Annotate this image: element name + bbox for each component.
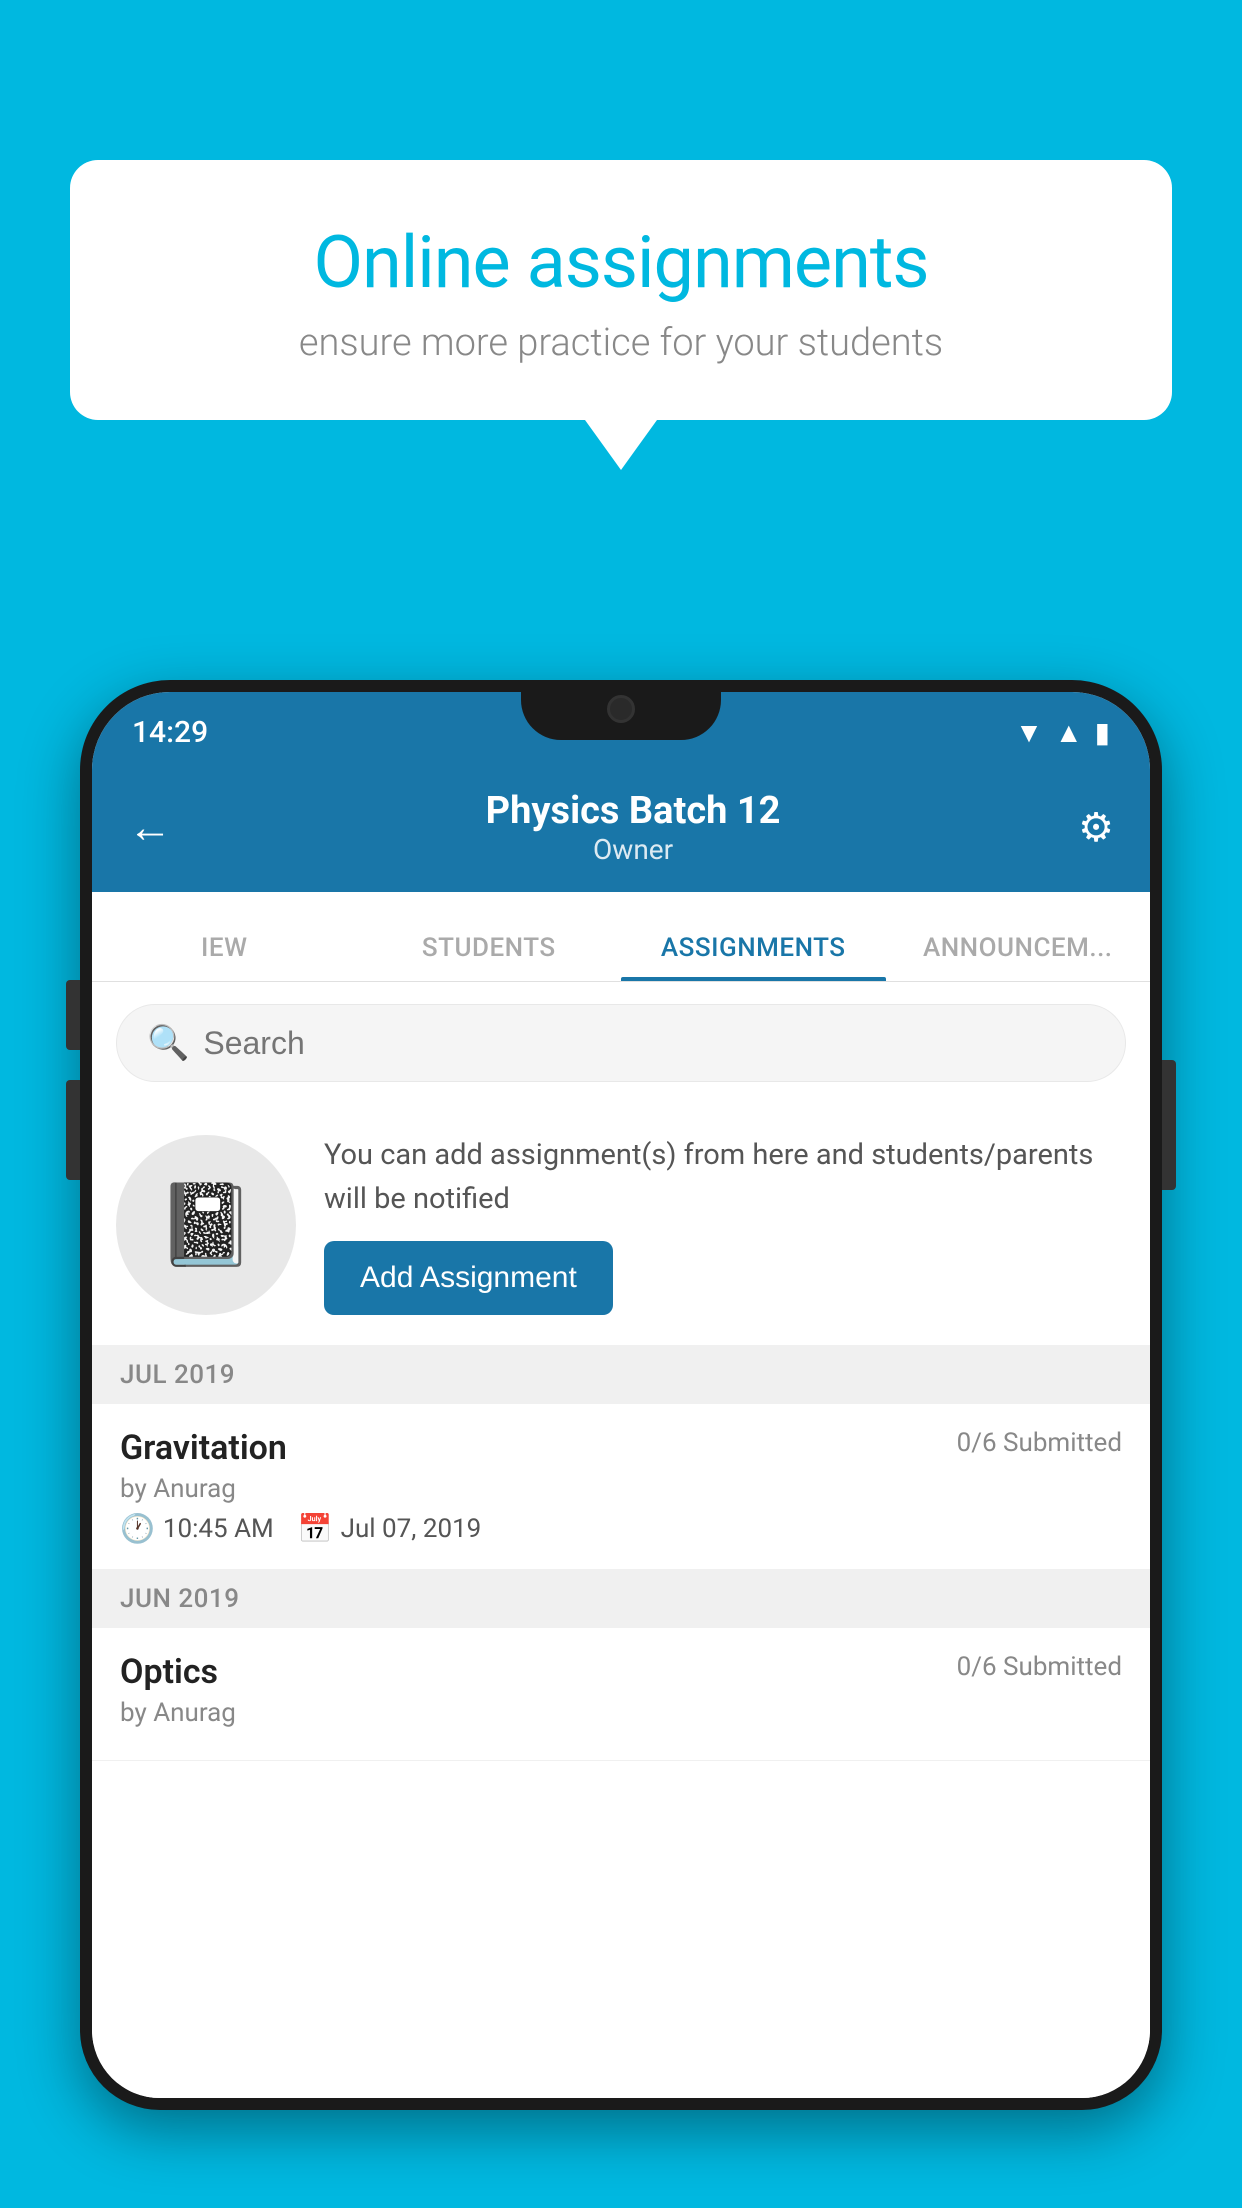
phone-camera <box>607 695 635 723</box>
assignment-by-gravitation: by Anurag <box>120 1474 1122 1504</box>
clock-icon: 🕐 <box>120 1512 155 1545</box>
phone-side-btn-vol-up <box>66 980 80 1050</box>
assignment-by-optics: by Anurag <box>120 1698 1122 1728</box>
add-assignment-button[interactable]: Add Assignment <box>324 1241 613 1315</box>
assignment-date: Jul 07, 2019 <box>341 1514 482 1544</box>
assignment-optics-row1: Optics 0/6 Submitted <box>120 1652 1122 1692</box>
section-header-jul: JUL 2019 <box>92 1346 1150 1404</box>
speech-bubble-container: Online assignments ensure more practice … <box>70 160 1172 470</box>
assignment-name-optics: Optics <box>120 1652 218 1692</box>
phone-notch <box>521 680 721 740</box>
assignment-item-gravitation[interactable]: Gravitation 0/6 Submitted by Anurag 🕐 10… <box>92 1404 1150 1570</box>
assignment-time-meta: 🕐 10:45 AM <box>120 1512 274 1545</box>
assignment-time: 10:45 AM <box>163 1514 274 1544</box>
speech-bubble: Online assignments ensure more practice … <box>70 160 1172 420</box>
signal-icon: ▲ <box>1055 716 1083 749</box>
promo-section: 📓 You can add assignment(s) from here an… <box>92 1104 1150 1346</box>
top-bar-title-group: Physics Batch 12 Owner <box>486 789 781 866</box>
settings-button[interactable]: ⚙ <box>1078 804 1114 851</box>
assignment-name-gravitation: Gravitation <box>120 1428 287 1468</box>
promo-icon-circle: 📓 <box>116 1135 296 1315</box>
tab-overview[interactable]: IEW <box>92 933 357 981</box>
status-icons: ▼ ▲ ▮ <box>1015 716 1110 749</box>
back-button[interactable]: ← <box>128 801 188 853</box>
calendar-icon: 📅 <box>298 1512 333 1545</box>
assignment-submitted-optics: 0/6 Submitted <box>957 1652 1122 1682</box>
speech-bubble-arrow <box>585 420 657 470</box>
phone-outer: 14:29 ▼ ▲ ▮ ← Physics Batch 12 Owner ⚙ <box>80 680 1162 2110</box>
top-bar-title: Physics Batch 12 <box>486 789 781 833</box>
promo-description: You can add assignment(s) from here and … <box>324 1134 1126 1221</box>
assignment-item-optics[interactable]: Optics 0/6 Submitted by Anurag <box>92 1628 1150 1761</box>
tab-students[interactable]: STUDENTS <box>357 933 622 981</box>
search-bar[interactable]: 🔍 <box>116 1004 1126 1082</box>
top-bar-subtitle: Owner <box>486 833 781 866</box>
search-icon: 🔍 <box>147 1023 189 1063</box>
tab-bar: IEW STUDENTS ASSIGNMENTS ANNOUNCEM... <box>92 892 1150 982</box>
assignment-meta-gravitation: 🕐 10:45 AM 📅 Jul 07, 2019 <box>120 1512 1122 1545</box>
section-header-jun: JUN 2019 <box>92 1570 1150 1628</box>
speech-bubble-title: Online assignments <box>150 220 1092 305</box>
speech-bubble-subtitle: ensure more practice for your students <box>150 321 1092 365</box>
wifi-icon: ▼ <box>1015 716 1043 749</box>
battery-icon: ▮ <box>1095 716 1110 749</box>
assignment-date-meta: 📅 Jul 07, 2019 <box>298 1512 482 1545</box>
top-bar: ← Physics Batch 12 Owner ⚙ <box>92 762 1150 892</box>
notebook-icon: 📓 <box>156 1178 256 1272</box>
phone-side-btn-vol-down <box>66 1080 80 1180</box>
tab-assignments[interactable]: ASSIGNMENTS <box>621 933 886 981</box>
phone-container: 14:29 ▼ ▲ ▮ ← Physics Batch 12 Owner ⚙ <box>80 680 1162 2208</box>
search-bar-container: 🔍 <box>92 982 1150 1104</box>
phone-screen: 14:29 ▼ ▲ ▮ ← Physics Batch 12 Owner ⚙ <box>92 692 1150 2098</box>
content-area: 🔍 📓 You can add assignment(s) from here … <box>92 982 1150 2098</box>
phone-side-btn-power <box>1162 1060 1176 1190</box>
search-input[interactable] <box>203 1025 1095 1062</box>
tab-announcements[interactable]: ANNOUNCEM... <box>886 933 1151 981</box>
status-time: 14:29 <box>132 715 208 750</box>
assignment-submitted-gravitation: 0/6 Submitted <box>957 1428 1122 1458</box>
promo-text-area: You can add assignment(s) from here and … <box>324 1134 1126 1315</box>
assignment-row1: Gravitation 0/6 Submitted <box>120 1428 1122 1468</box>
